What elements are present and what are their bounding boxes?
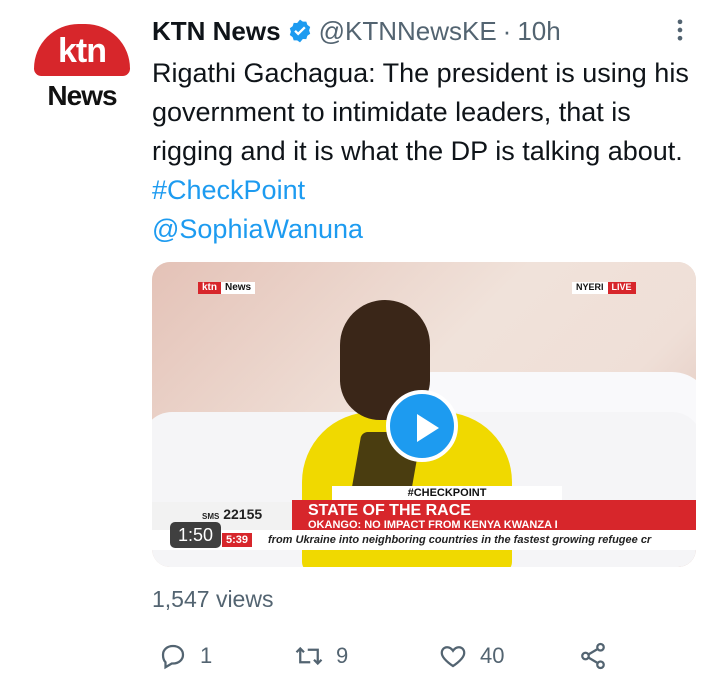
author-avatar[interactable]: ktn News <box>22 14 134 126</box>
share-icon <box>581 642 605 670</box>
ticker-time: 5:39 <box>222 533 253 547</box>
location-live-badge: NYERI LIVE <box>572 282 636 294</box>
mention-link[interactable]: @SophiaWanuna <box>152 214 363 244</box>
reply-button[interactable]: 1 <box>158 638 212 674</box>
tweet-body: Rigathi Gachagua: The president is using… <box>152 58 689 166</box>
logo-ktn-text: ktn <box>58 32 107 70</box>
retweet-icon <box>295 646 323 666</box>
sms-number: SMS 22155 <box>202 506 263 522</box>
retweet-count: 9 <box>336 643 349 668</box>
tweet-timestamp[interactable]: 10h <box>517 16 560 47</box>
heart-icon <box>440 646 466 668</box>
more-options-icon[interactable] <box>666 16 694 44</box>
play-button[interactable] <box>386 390 458 462</box>
hashtag-link[interactable]: #CheckPoint <box>152 175 305 205</box>
banner-tag: #CHECKPOINT <box>332 486 562 500</box>
channel-logo: ktn News <box>198 282 256 294</box>
verified-badge-icon <box>289 19 310 43</box>
tweet-text: Rigathi Gachagua: The president is using… <box>152 54 704 249</box>
play-icon <box>417 414 439 442</box>
logo-news-text: News <box>47 80 117 111</box>
like-count: 40 <box>480 643 505 668</box>
view-count[interactable]: 1,547 views <box>152 586 273 613</box>
reply-count: 1 <box>200 643 213 668</box>
live-label: LIVE <box>607 282 636 294</box>
location-label: NYERI <box>572 282 608 294</box>
video-duration: 1:50 <box>170 522 222 548</box>
ktn-news-logo: ktn News <box>26 18 130 122</box>
separator-dot: · <box>502 15 512 46</box>
ticker-text: from Ukraine into neighboring countries … <box>268 534 652 546</box>
video-player[interactable]: ktn News NYERI LIVE #CHECKPOINT SMS 2215… <box>152 262 696 567</box>
like-button[interactable]: 40 <box>438 638 504 674</box>
retweet-button[interactable]: 9 <box>294 638 348 674</box>
action-bar: 1 9 40 <box>152 638 712 678</box>
author-handle[interactable]: @KTNNewsKE <box>319 16 497 47</box>
reply-icon <box>161 644 185 670</box>
tweet-header: KTN News @KTNNewsKE · 10h <box>152 14 561 48</box>
share-button[interactable] <box>578 638 620 674</box>
headline-text: STATE OF THE RACE <box>308 502 471 519</box>
author-name[interactable]: KTN News <box>152 16 281 47</box>
